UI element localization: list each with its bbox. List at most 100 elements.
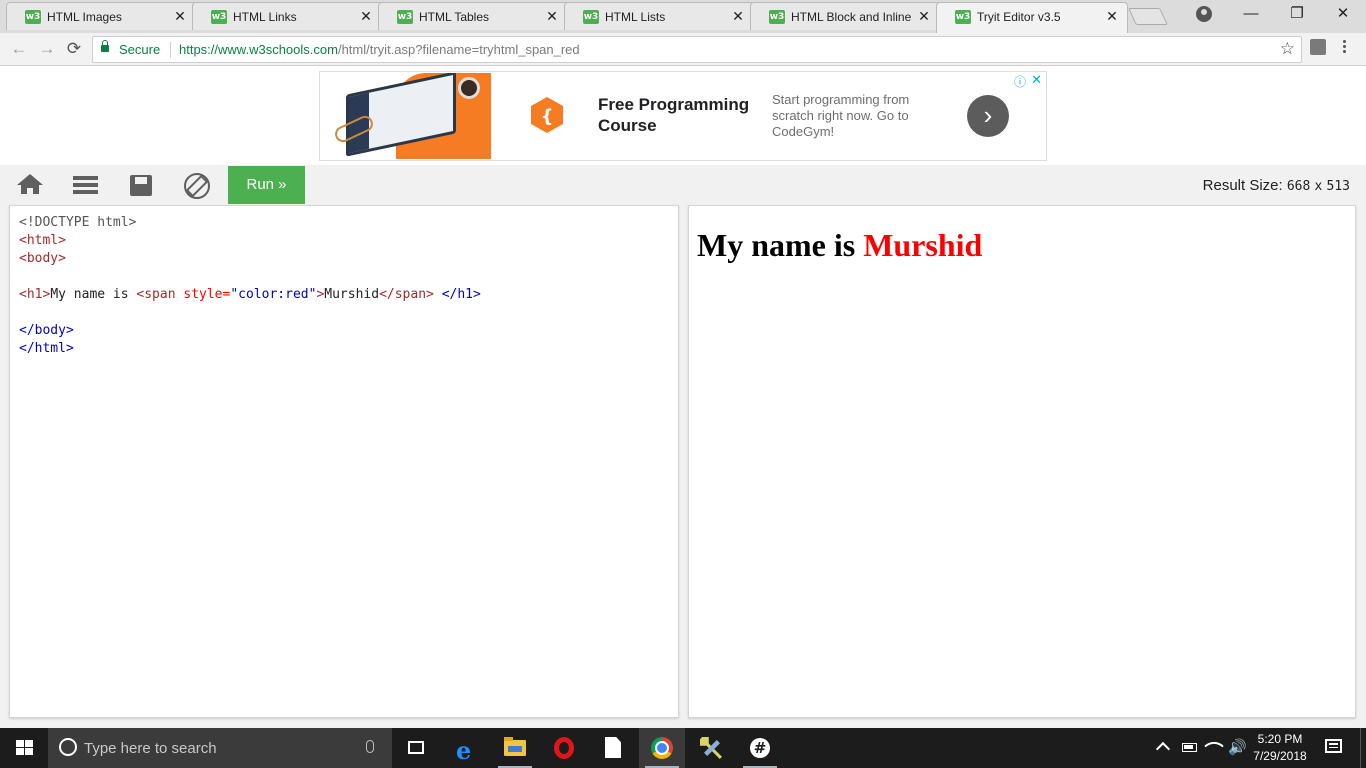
chrome-icon [651,737,673,759]
battery-icon[interactable] [1182,743,1197,752]
notepad-app[interactable] [590,728,636,768]
taskbar-search-box[interactable]: Type here to search [48,728,392,768]
ad-close-icon[interactable]: ✕ [1031,72,1042,88]
ad-banner[interactable]: { Free Programming Course Start programm… [319,71,1047,161]
codegym-logo-icon: { [531,97,563,133]
svg-text:{: { [541,106,554,127]
tab-close-icon[interactable]: ✕ [545,8,559,24]
tab-close-icon[interactable]: ✕ [1105,8,1119,24]
url-text[interactable]: https://www.w3schools.com/html/tryit.asp… [179,42,580,57]
code-body-open: <body> [19,251,66,266]
task-view-button[interactable] [393,728,439,768]
code-span-open-start: <span [136,287,176,302]
tools-app[interactable] [688,728,734,768]
slack-app[interactable]: # [737,728,783,768]
windows-logo-icon [16,740,33,756]
code-html-open: <html> [19,233,66,248]
ad-description: Start programming from scratch right now… [772,92,910,139]
edge-icon: e [456,736,472,765]
ad-laptop-image [326,73,491,159]
result-x: x [1314,179,1323,194]
back-button[interactable]: ← [8,38,30,60]
ad-info-icon[interactable]: ⓘ [1014,73,1026,90]
opera-icon [554,737,574,759]
w3schools-favicon-icon: w3 [769,10,785,24]
save-icon[interactable] [129,172,157,198]
opera-app[interactable] [541,728,587,768]
tab-html-lists[interactable]: w3 HTML Lists ✕ [564,2,754,30]
url-path: /html/tryit.asp?filename=tryhtml_span_re… [337,42,580,57]
browser-menu-icon[interactable] [1340,38,1348,58]
tab-title: HTML Block and Inline E [791,10,911,24]
tab-close-icon[interactable]: ✕ [731,8,745,24]
volume-icon[interactable]: 🔊 [1228,738,1247,756]
notifications-icon[interactable] [1325,739,1342,753]
result-heading-highlight: Murshid [863,227,983,263]
new-tab-button[interactable] [1128,8,1168,25]
wifi-icon[interactable] [1204,736,1224,756]
code-span-close: </span> [379,287,434,302]
code-html-close: </html> [19,341,74,356]
bookmark-star-icon[interactable]: ☆ [1280,39,1295,59]
w3schools-favicon-icon: w3 [583,10,599,24]
forward-button[interactable]: → [36,38,58,60]
code-span-text: Murshid [324,287,380,302]
code-editor[interactable]: <!DOCTYPE html> <html> <body> <h1>My nam… [9,205,679,718]
tab-html-block-inline[interactable]: w3 HTML Block and Inline E ✕ [750,2,940,30]
browser-tab-strip: w3 HTML Images ✕ w3 HTML Links ✕ w3 HTML… [0,0,1366,33]
result-frame: My name is Murshid [688,205,1356,718]
tab-close-icon[interactable]: ✕ [359,8,373,24]
result-size-label: Result Size: [1202,177,1283,194]
ad-next-button[interactable]: › [967,95,1009,137]
tab-html-links[interactable]: w3 HTML Links ✕ [192,2,382,30]
rotate-orientation-icon[interactable] [183,172,211,199]
chrome-app[interactable] [639,728,685,768]
run-button[interactable]: Run » [228,166,305,204]
slack-icon: # [750,738,770,758]
edge-app[interactable]: e [443,728,489,768]
profile-icon[interactable] [1196,6,1212,22]
url-host: https://www.w3schools.com [179,42,338,57]
code-text[interactable]: <!DOCTYPE html> <html> <body> <h1>My nam… [19,214,481,358]
reload-button[interactable]: ⟳ [63,38,85,60]
address-bar[interactable]: Secure https://www.w3schools.com/html/tr… [92,36,1302,63]
search-placeholder: Type here to search [84,740,217,757]
code-body-close: </body> [19,323,74,338]
tab-close-icon[interactable]: ✕ [917,8,931,24]
tab-html-tables[interactable]: w3 HTML Tables ✕ [378,2,568,30]
home-icon[interactable] [16,172,44,198]
tab-tryit-editor[interactable]: w3 Tryit Editor v3.5 ✕ [936,2,1128,33]
start-button[interactable] [0,728,48,768]
folder-icon [504,737,526,756]
microphone-icon[interactable] [366,740,374,753]
w3schools-favicon-icon: w3 [211,10,227,24]
extension-icon[interactable] [1310,39,1326,55]
windows-taskbar: Type here to search e # 🔊 5:20 PM 7/29/2… [0,728,1366,768]
code-h1-close: </h1> [441,287,481,302]
show-desktop-button[interactable] [1360,728,1366,768]
close-window-button[interactable]: ✕ [1320,0,1366,28]
w3schools-favicon-icon: w3 [25,10,41,24]
task-view-icon [408,741,424,754]
file-explorer-app[interactable] [492,728,538,768]
menu-list-icon[interactable] [73,172,101,198]
chevron-up-icon[interactable] [1155,741,1171,757]
omnibox-divider [170,42,171,58]
minimize-button[interactable]: — [1228,0,1274,28]
tab-close-icon[interactable]: ✕ [173,8,187,24]
notepad-icon [605,737,621,758]
code-doctype: <!DOCTYPE html> [19,215,137,230]
clock-time: 5:20 PM [1257,732,1303,746]
lock-icon [101,40,109,52]
result-size-readout: Result Size: 668 x 513 [1203,177,1350,194]
code-h1-open: <h1> [19,287,51,302]
tab-html-images[interactable]: w3 HTML Images ✕ [6,2,196,30]
restore-button[interactable]: ❐ [1274,0,1320,28]
result-height: 513 [1326,179,1350,194]
clock[interactable]: 5:20 PM 7/29/2018 [1246,731,1314,765]
tab-title: HTML Images [47,10,122,24]
ad-title: Free Programming Course [598,95,750,135]
tab-title: Tryit Editor v3.5 [977,10,1061,24]
tab-title: HTML Links [233,10,297,24]
